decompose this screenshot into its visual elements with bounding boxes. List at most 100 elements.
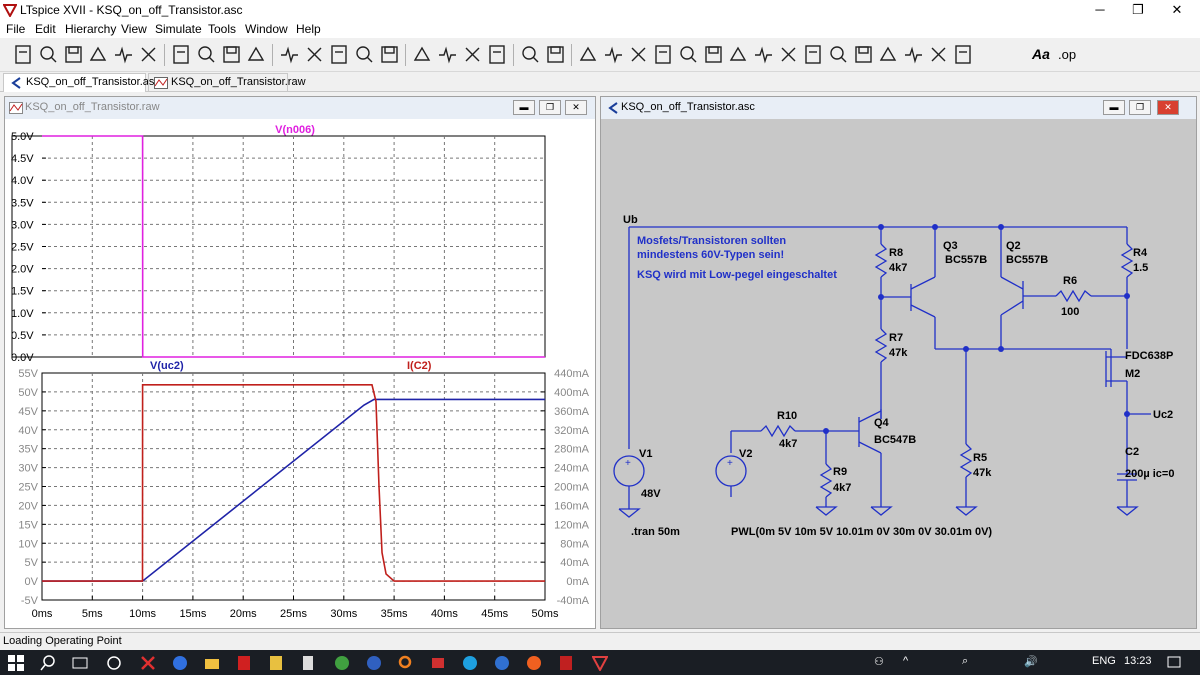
browser-app-icon[interactable] bbox=[172, 655, 188, 671]
menu-file[interactable]: File bbox=[6, 22, 25, 36]
tray-search-icon[interactable]: ⌕ bbox=[962, 655, 968, 668]
spice-directive-tran[interactable]: .tran 50m bbox=[631, 526, 680, 538]
value-r7[interactable]: 47k bbox=[889, 347, 908, 359]
skype-app-icon[interactable] bbox=[462, 655, 478, 671]
find-icon[interactable] bbox=[486, 43, 509, 66]
maximize-button[interactable]: ❐ bbox=[1123, 2, 1153, 18]
cut-icon[interactable] bbox=[411, 43, 434, 66]
waveform-window[interactable]: KSQ_on_off_Transistor.raw ▬ ❐ ✕ V(n006) … bbox=[4, 96, 596, 629]
waveform-maximize-button[interactable]: ❐ bbox=[539, 100, 561, 115]
windows-start-icon[interactable] bbox=[8, 655, 24, 671]
pdf-app-icon[interactable] bbox=[558, 655, 574, 671]
value-v1[interactable]: 48V bbox=[641, 488, 661, 500]
ref-q4[interactable]: Q4 bbox=[874, 417, 890, 429]
redo-icon[interactable] bbox=[852, 43, 875, 66]
print-setup-icon[interactable] bbox=[544, 43, 567, 66]
folder-app-icon[interactable] bbox=[204, 655, 220, 671]
comment-line-1[interactable]: Mosfets/Transistoren sollten bbox=[637, 235, 786, 247]
control-panel-icon[interactable] bbox=[87, 43, 110, 66]
ref-v2[interactable]: V2 bbox=[739, 448, 752, 460]
diode-icon[interactable] bbox=[727, 43, 750, 66]
schematic-close-button[interactable]: ✕ bbox=[1157, 100, 1179, 115]
grid-icon[interactable] bbox=[303, 43, 326, 66]
ref-r8[interactable]: R8 bbox=[889, 247, 903, 259]
label-net-icon[interactable] bbox=[627, 43, 650, 66]
notifications-icon[interactable] bbox=[1166, 655, 1182, 671]
schematic-minimize-button[interactable]: ▬ bbox=[1103, 100, 1125, 115]
inductor-icon[interactable] bbox=[702, 43, 725, 66]
zoom-cancel-icon[interactable] bbox=[245, 43, 268, 66]
v2-pwl-value[interactable]: PWL(0m 5V 10m 5V 10.01m 0V 30m 0V 30.01m… bbox=[731, 526, 992, 538]
capacitor-icon[interactable] bbox=[677, 43, 700, 66]
zoom-in-icon[interactable] bbox=[170, 43, 193, 66]
tab-waveform[interactable]: KSQ_on_off_Transistor.raw bbox=[148, 73, 306, 92]
schematic-canvas[interactable]: Ub Uc2 Mosfets/Transistoren sollten mind… bbox=[601, 119, 1196, 628]
trace-label-vn006[interactable]: V(n006) bbox=[275, 124, 315, 136]
menu-simulate[interactable]: Simulate bbox=[155, 22, 202, 36]
ref-c2[interactable]: C2 bbox=[1125, 446, 1139, 458]
clock[interactable]: 13:23 bbox=[1124, 655, 1152, 667]
search-icon[interactable] bbox=[40, 655, 56, 671]
ref-r7[interactable]: R7 bbox=[889, 332, 903, 344]
value-q3[interactable]: BC557B bbox=[945, 254, 987, 266]
paste-icon[interactable] bbox=[461, 43, 484, 66]
menu-help[interactable]: Help bbox=[296, 22, 321, 36]
search-orange-icon[interactable] bbox=[398, 655, 414, 671]
ref-m2[interactable]: M2 bbox=[1125, 368, 1140, 380]
firefox-app-icon[interactable] bbox=[526, 655, 542, 671]
trace-label-vuc2[interactable]: V(uc2) bbox=[150, 360, 184, 372]
schematic-maximize-button[interactable]: ❐ bbox=[1129, 100, 1151, 115]
text-icon[interactable] bbox=[927, 43, 950, 66]
move-icon[interactable] bbox=[777, 43, 800, 66]
component-icon[interactable] bbox=[752, 43, 775, 66]
zoom-out-icon[interactable] bbox=[195, 43, 218, 66]
notes-app-icon[interactable] bbox=[268, 655, 284, 671]
value-q4[interactable]: BC547B bbox=[874, 434, 916, 446]
cascade-icon[interactable] bbox=[378, 43, 401, 66]
menu-window[interactable]: Window bbox=[245, 22, 288, 36]
value-r8[interactable]: 4k7 bbox=[889, 262, 907, 274]
autorange-icon[interactable] bbox=[278, 43, 301, 66]
value-r10[interactable]: 4k7 bbox=[779, 438, 797, 450]
comment-line-3[interactable]: KSQ wird mit Low-pegel eingeschaltet bbox=[637, 269, 837, 281]
halt-icon[interactable] bbox=[137, 43, 160, 66]
ref-r10[interactable]: R10 bbox=[777, 410, 797, 422]
ref-r9[interactable]: R9 bbox=[833, 466, 847, 478]
menu-view[interactable]: View bbox=[121, 22, 147, 36]
value-c2[interactable]: 200µ ic=0 bbox=[1125, 468, 1174, 480]
minimize-button[interactable]: ─ bbox=[1085, 2, 1115, 17]
draw-wire-icon[interactable] bbox=[577, 43, 600, 66]
ltspice-app-icon[interactable] bbox=[592, 655, 608, 671]
menu-tools[interactable]: Tools bbox=[208, 22, 236, 36]
value-q2[interactable]: BC557B bbox=[1006, 254, 1048, 266]
rotate-icon[interactable] bbox=[877, 43, 900, 66]
run-icon[interactable] bbox=[112, 43, 135, 66]
media-app-icon[interactable] bbox=[430, 655, 446, 671]
ref-r6[interactable]: R6 bbox=[1063, 275, 1077, 287]
net-label-ub[interactable]: Ub bbox=[623, 214, 638, 226]
shield-app-icon[interactable] bbox=[106, 655, 122, 671]
save-icon[interactable] bbox=[62, 43, 85, 66]
new-schematic-icon[interactable] bbox=[12, 43, 35, 66]
trace-label-ic2[interactable]: I(C2) bbox=[407, 360, 432, 372]
value-r9[interactable]: 4k7 bbox=[833, 482, 851, 494]
tab-schematic[interactable]: KSQ_on_off_Transistor.asc bbox=[3, 73, 160, 92]
globe-app-icon[interactable] bbox=[334, 655, 350, 671]
volume-icon[interactable]: 🔊 bbox=[1024, 655, 1038, 668]
red-app-icon[interactable] bbox=[236, 655, 252, 671]
print-icon[interactable] bbox=[519, 43, 542, 66]
net-label-uc2[interactable]: Uc2 bbox=[1153, 409, 1173, 421]
menu-hierarchy[interactable]: Hierarchy bbox=[65, 22, 116, 36]
schematic-window[interactable]: KSQ_on_off_Transistor.asc ▬ ❐ ✕ Ub Uc2 M… bbox=[600, 96, 1197, 629]
x-app-icon[interactable] bbox=[140, 655, 156, 671]
ref-v1[interactable]: V1 bbox=[639, 448, 652, 460]
comment-line-2[interactable]: mindestens 60V-Typen sein! bbox=[637, 249, 784, 261]
ground-icon[interactable] bbox=[602, 43, 625, 66]
mirror-icon[interactable] bbox=[902, 43, 925, 66]
value-r5[interactable]: 47k bbox=[973, 467, 992, 479]
value-r6[interactable]: 100 bbox=[1061, 306, 1079, 318]
text-tool-label[interactable]: Aa bbox=[1032, 46, 1050, 62]
waveform-minimize-button[interactable]: ▬ bbox=[513, 100, 535, 115]
waveform-plot[interactable]: V(n006) 0.0V 0.5V 1.0V 1.5V 2.0V 2.5V 3.0V 3.5V… bbox=[5, 119, 595, 628]
tile-vertical-icon[interactable] bbox=[353, 43, 376, 66]
